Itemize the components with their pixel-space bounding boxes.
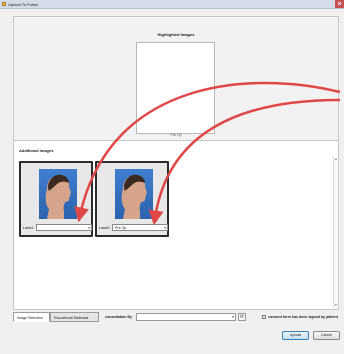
highlighted-image-caption: Pre Op (170, 133, 182, 137)
image-label-value: Pre Op (115, 226, 127, 230)
refresh-button[interactable]: ⟳ (238, 313, 246, 321)
highlighted-image-drop-target[interactable] (136, 42, 215, 134)
image-label-row: Label: ▾ (23, 224, 92, 232)
tab-image-selection[interactable]: Image Selection (13, 312, 50, 322)
scroll-down-icon[interactable]: ▼ (334, 303, 338, 307)
consultation-by-label: consultation By (105, 315, 132, 319)
highlighted-images-title: Highlighted Images (157, 32, 195, 37)
face-profile-icon (45, 174, 71, 219)
cancel-button[interactable]: Cancel (313, 331, 340, 340)
window-title: Upload To Portal (8, 2, 38, 7)
refresh-icon: ⟳ (239, 314, 245, 320)
additional-images-group: Additional Images Label: ▾ Label: Pre Op… (13, 140, 339, 310)
highlighted-images-group: Highlighted Images Pre Op (13, 16, 339, 144)
consultation-by-dropdown[interactable]: ▾ (136, 313, 236, 321)
image-thumbnail-card[interactable]: Label: Pre Op ▾ (95, 161, 169, 237)
chevron-down-icon: ▾ (232, 315, 234, 319)
upload-button[interactable]: Upload (282, 331, 309, 340)
vertical-scrollbar[interactable]: ▲ ▼ (333, 157, 337, 307)
scroll-up-icon[interactable]: ▲ (334, 157, 338, 161)
tab-educational-materials[interactable]: Educational Materials (50, 312, 99, 322)
image-thumbnail-card[interactable]: Label: ▾ (19, 161, 93, 237)
image-label-row: Label: Pre Op ▾ (99, 224, 168, 232)
additional-images-title: Additional Images (19, 148, 54, 153)
close-button[interactable] (335, 0, 344, 8)
image-label-dropdown[interactable]: Pre Op ▾ (112, 224, 168, 231)
consent-label: consent form has been signed by patient (268, 315, 338, 319)
chevron-down-icon: ▾ (88, 226, 90, 230)
image-label-dropdown[interactable]: ▾ (36, 224, 92, 231)
consent-checkbox[interactable] (262, 315, 266, 319)
title-bar: Upload To Portal (0, 0, 344, 9)
chevron-down-icon: ▾ (164, 226, 166, 230)
face-profile-icon (121, 174, 147, 219)
close-icon (337, 1, 342, 6)
image-label-caption: Label: (99, 225, 110, 230)
patient-profile-photo[interactable] (115, 169, 153, 219)
patient-profile-photo[interactable] (39, 169, 77, 219)
app-icon (2, 2, 6, 6)
image-label-caption: Label: (23, 225, 34, 230)
